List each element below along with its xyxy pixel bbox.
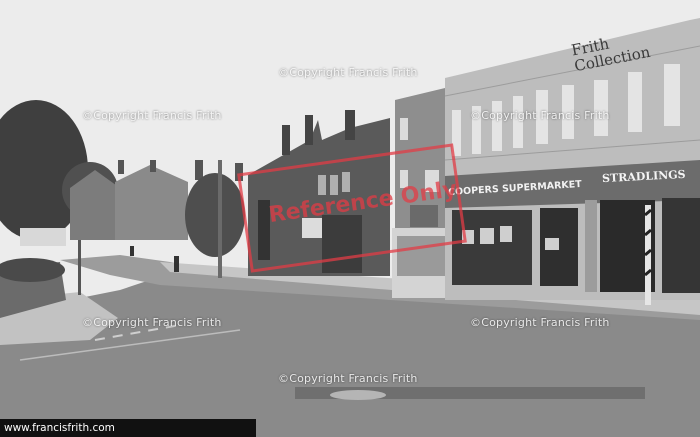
photo-scene: Frith Collection COOPERS SUPERMARKET STR… — [0, 0, 700, 437]
watermark: ©Copyright Francis Frith — [470, 316, 610, 329]
lamp-post — [218, 160, 222, 278]
watermark: ©Copyright Francis Frith — [278, 372, 418, 385]
source-caption[interactable]: www.francisfrith.com — [0, 419, 256, 437]
watermark: ©Copyright Francis Frith — [470, 109, 610, 122]
manhole-cover — [330, 390, 386, 400]
cyclist — [174, 256, 179, 272]
watermark: ©Copyright Francis Frith — [278, 66, 418, 79]
watermark: ©Copyright Francis Frith — [82, 316, 222, 329]
watermark: ©Copyright Francis Frith — [82, 109, 222, 122]
road-sign — [20, 228, 66, 246]
